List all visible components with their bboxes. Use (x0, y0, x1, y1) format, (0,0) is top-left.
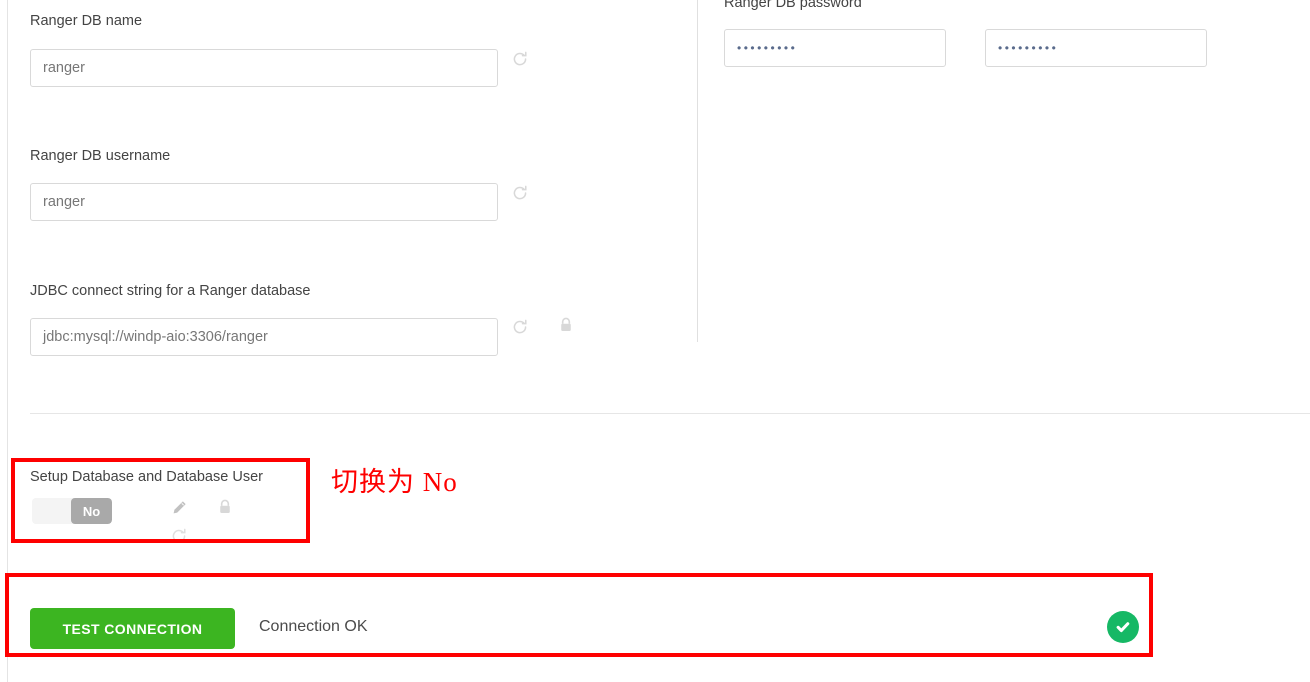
ranger-db-password-label-wrap: Ranger DB password (724, 0, 862, 12)
check-circle-icon (1107, 611, 1139, 643)
ranger-db-password-label: Ranger DB password (724, 0, 862, 11)
field-ranger-db-name: Ranger DB name (30, 12, 142, 30)
column-divider (697, 0, 698, 342)
ranger-db-username-input[interactable]: ranger (30, 183, 498, 221)
field-ranger-db-username: Ranger DB username (30, 147, 170, 165)
ranger-db-username-label: Ranger DB username (30, 148, 171, 164)
ranger-db-password-input[interactable]: ••••••••• (724, 29, 946, 67)
connection-status-text: Connection OK (259, 618, 368, 635)
test-connection-button[interactable]: TEST CONNECTION (30, 608, 235, 649)
jdbc-connect-string-label: JDBC connect string for a Ranger databas… (30, 283, 311, 299)
lock-icon[interactable] (216, 498, 234, 516)
lock-icon[interactable] (557, 316, 575, 334)
setup-database-label-wrap: Setup Database and Database User (30, 468, 263, 486)
pencil-icon[interactable] (170, 499, 188, 517)
ranger-db-name-input[interactable]: ranger (30, 49, 498, 87)
jdbc-connect-string-input[interactable]: jdbc:mysql://windp-aio:3306/ranger (30, 318, 498, 356)
annotation-note: 切换为 No (331, 467, 458, 497)
setup-database-toggle-value: No (71, 498, 112, 524)
section-divider (30, 413, 1310, 414)
refresh-icon[interactable] (170, 527, 188, 545)
refresh-icon[interactable] (511, 318, 529, 336)
setup-database-label: Setup Database and Database User (30, 469, 263, 485)
setup-database-toggle[interactable]: No (32, 498, 112, 524)
refresh-icon[interactable] (511, 50, 529, 68)
field-jdbc-connect-string: JDBC connect string for a Ranger databas… (30, 282, 310, 300)
refresh-icon[interactable] (511, 184, 529, 202)
left-panel-border (7, 0, 8, 682)
ranger-db-password-confirm-input[interactable]: ••••••••• (985, 29, 1207, 67)
ranger-db-name-label: Ranger DB name (30, 13, 143, 29)
